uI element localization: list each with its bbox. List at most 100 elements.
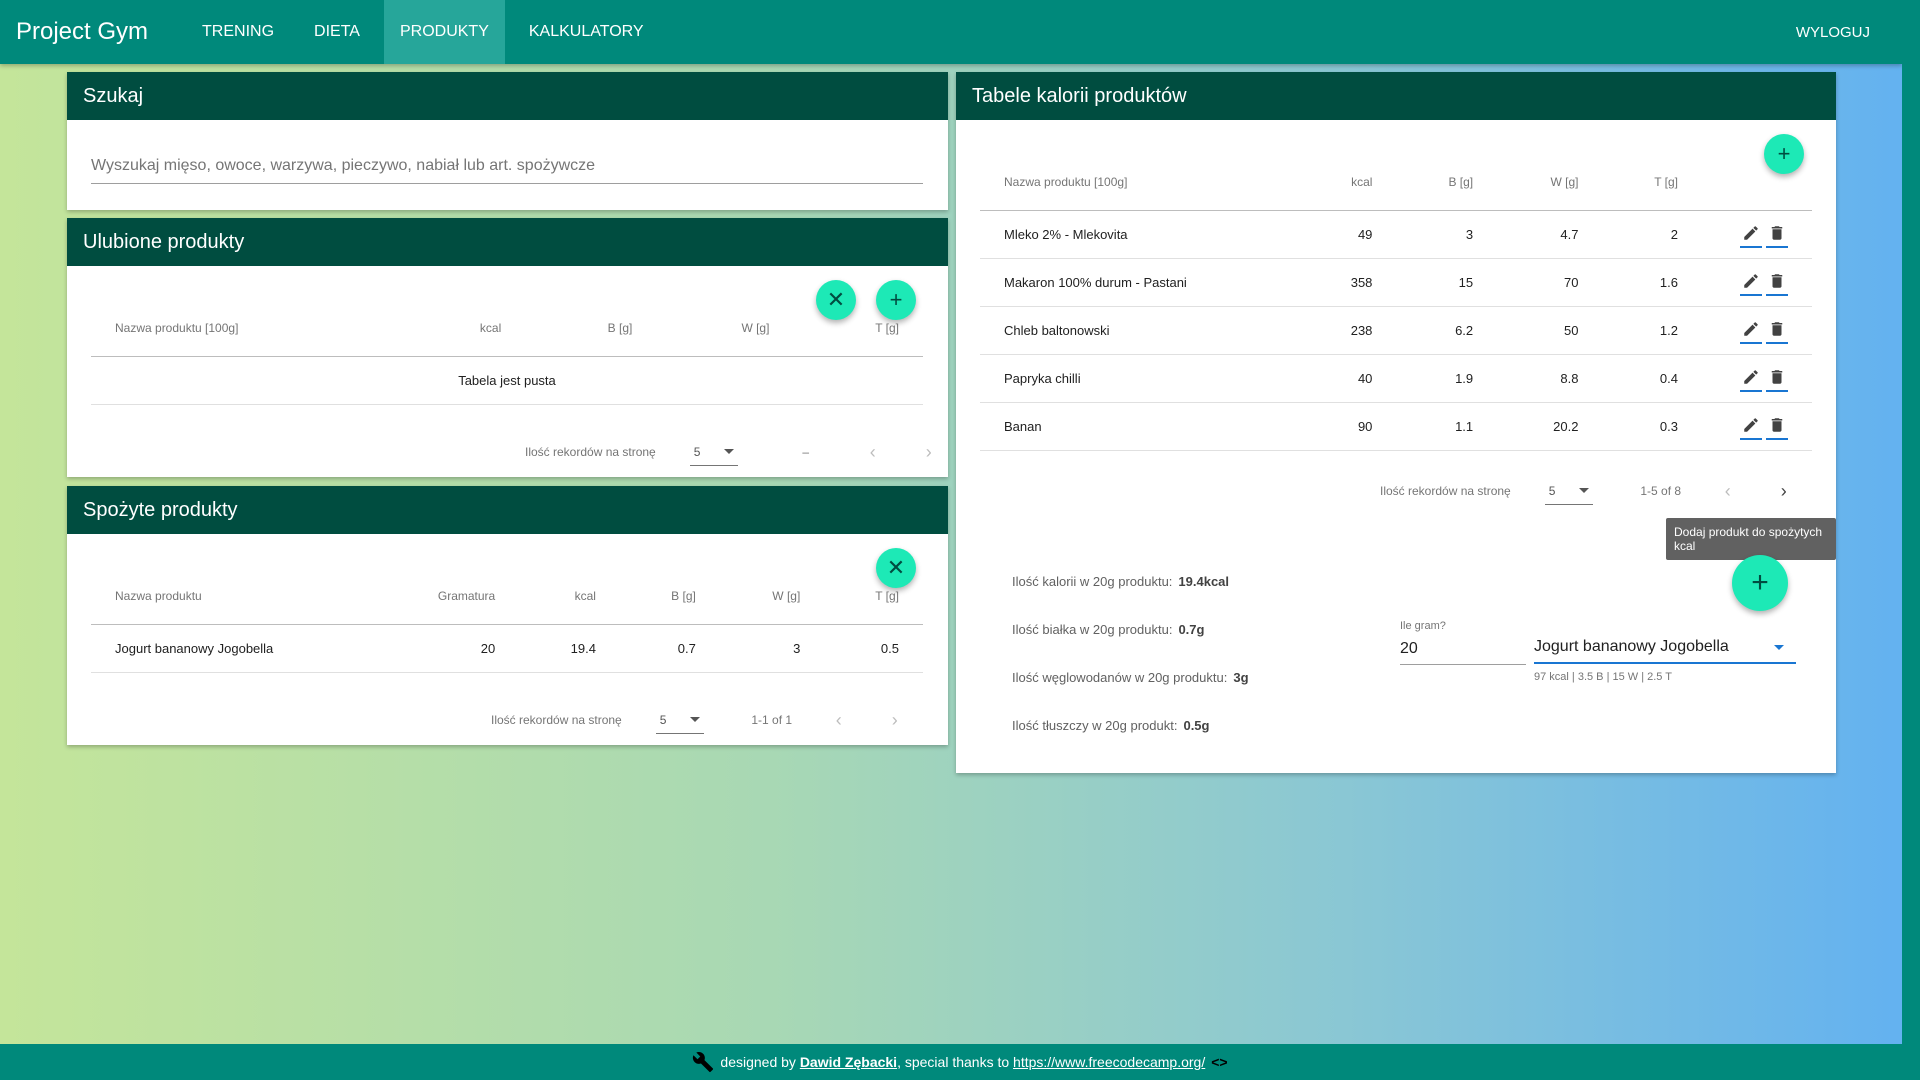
- edit-icon[interactable]: [1740, 220, 1762, 248]
- add-consumed-tooltip: Dodaj produkt do spożytych kcal: [1666, 518, 1836, 560]
- col-header-t[interactable]: T [g]: [793, 300, 923, 357]
- stat-value: 19.4kcal: [1178, 574, 1230, 589]
- col-header-b[interactable]: B [g]: [1396, 154, 1498, 211]
- cell-name: Chleb baltonowski: [980, 306, 1300, 355]
- cell-b: 1.1: [1396, 402, 1498, 451]
- table-row[interactable]: Jogurt bananowy Jogobella 20 19.4 0.7 3 …: [91, 624, 923, 673]
- cell-kcal: 358: [1299, 258, 1397, 307]
- cell-w: 20.2: [1497, 402, 1603, 451]
- prev-page-icon[interactable]: ‹: [1725, 481, 1731, 502]
- page-range: –: [802, 445, 810, 459]
- nav-kalkulatory[interactable]: KALKULATORY: [513, 0, 660, 64]
- col-header-name[interactable]: Nazwa produktu: [91, 568, 375, 625]
- table-row[interactable]: Banan 90 1.1 20.2 0.3: [980, 402, 1812, 451]
- col-header-w[interactable]: W [g]: [656, 300, 794, 357]
- col-header-b[interactable]: B [g]: [619, 568, 720, 625]
- col-header-actions: [1702, 154, 1812, 211]
- col-header-name[interactable]: Nazwa produktu [100g]: [980, 154, 1300, 211]
- next-page-icon[interactable]: ›: [892, 710, 898, 731]
- calories-table: Nazwa produktu [100g] kcal B [g] W [g] T…: [980, 154, 1812, 451]
- author-link[interactable]: Dawid Zębacki: [800, 1054, 897, 1070]
- cell-w: 50: [1497, 306, 1603, 355]
- records-per-page-value: 5: [693, 444, 701, 459]
- favorites-table: Nazwa produktu [100g] kcal B [g] W [g] T…: [91, 300, 923, 405]
- cell-b: 15: [1396, 258, 1498, 307]
- col-header-name[interactable]: Nazwa produktu [100g]: [91, 300, 401, 357]
- favorites-pagination: Ilość rekordów na stronę 5 – ‹ ›: [525, 438, 932, 466]
- col-header-t[interactable]: T [g]: [1602, 154, 1702, 211]
- table-row[interactable]: Mleko 2% - Mlekovita 49 3 4.7 2: [980, 210, 1812, 259]
- product-nutrition-hint: 97 kcal | 3.5 B | 15 W | 2.5 T: [1534, 671, 1672, 683]
- page-range: 1-1 of 1: [751, 713, 793, 727]
- cell-b: 3: [1396, 210, 1498, 259]
- footer: designed by Dawid Zębacki , special than…: [0, 1044, 1920, 1080]
- next-page-icon[interactable]: ›: [1781, 481, 1787, 502]
- col-header-w[interactable]: W [g]: [719, 568, 825, 625]
- calories-card: Tabele kalorii produktów + Nazwa produkt…: [956, 72, 1836, 773]
- cell-t: 2: [1602, 210, 1702, 259]
- logout-button[interactable]: WYLOGUJ: [1780, 0, 1886, 64]
- nav-produkty[interactable]: PRODUKTY: [383, 0, 505, 64]
- cell-t: 0.5: [824, 624, 923, 673]
- consumed-card: Spożyte produkty ✕ Nazwa produktu Gramat…: [67, 486, 948, 745]
- table-row[interactable]: Papryka chilli 40 1.9 8.8 0.4: [980, 354, 1812, 403]
- favorites-card-title: Ulubione produkty: [67, 218, 948, 266]
- cell-kcal: 238: [1299, 306, 1397, 355]
- cell-w: 4.7: [1497, 210, 1603, 259]
- next-page-icon[interactable]: ›: [926, 442, 932, 463]
- grams-input[interactable]: 20: [1400, 640, 1526, 665]
- empty-table-message: Tabela jest pusta: [91, 356, 923, 405]
- edit-icon[interactable]: [1740, 316, 1762, 344]
- edit-icon[interactable]: [1740, 412, 1762, 440]
- delete-icon[interactable]: [1766, 412, 1788, 440]
- delete-icon[interactable]: [1766, 316, 1788, 344]
- records-per-page-select[interactable]: 5: [1544, 477, 1593, 505]
- add-to-consumed-button[interactable]: +: [1732, 555, 1788, 611]
- col-header-grams[interactable]: Gramatura: [374, 568, 520, 625]
- table-row[interactable]: Makaron 100% durum - Pastani 358 15 70 1.6: [980, 258, 1812, 307]
- records-per-page-value: 5: [659, 712, 667, 727]
- freecodecamp-link[interactable]: https://www.freecodecamp.org/: [1013, 1054, 1205, 1070]
- cell-actions: [1702, 306, 1812, 355]
- cell-t: 1.2: [1602, 306, 1702, 355]
- edit-icon[interactable]: [1740, 268, 1762, 296]
- delete-icon[interactable]: [1766, 364, 1788, 392]
- delete-icon[interactable]: [1766, 268, 1788, 296]
- caret-down-icon: [723, 449, 734, 454]
- plus-icon: +: [1751, 566, 1769, 599]
- table-row[interactable]: Chleb baltonowski 238 6.2 50 1.2: [980, 306, 1812, 355]
- col-header-t[interactable]: T [g]: [824, 568, 923, 625]
- consumed-table: Nazwa produktu Gramatura kcal B [g] W [g…: [91, 568, 923, 673]
- col-header-kcal[interactable]: kcal: [400, 300, 526, 357]
- nav-trening[interactable]: TRENING: [186, 0, 290, 64]
- stat-label: Ilość węglowodanów w 20g produktu:: [1012, 670, 1228, 685]
- calories-pagination: Ilość rekordów na stronę 5 1-5 of 8 ‹ ›: [1380, 477, 1787, 505]
- col-header-kcal[interactable]: kcal: [519, 568, 620, 625]
- stat-kcal: Ilość kalorii w 20g produktu: 19.4kcal: [1012, 574, 1229, 589]
- col-header-kcal[interactable]: kcal: [1299, 154, 1397, 211]
- page-scrollbar[interactable]: [1902, 0, 1920, 1044]
- stat-protein: Ilość białka w 20g produktu: 0.7g: [1012, 622, 1204, 637]
- cell-w: 3: [719, 624, 825, 673]
- records-per-page-select[interactable]: 5: [655, 706, 704, 734]
- cell-name: Banan: [980, 402, 1300, 451]
- caret-down-icon: [689, 717, 700, 722]
- stat-value: 3g: [1233, 670, 1249, 685]
- brand-logo[interactable]: Project Gym: [0, 18, 164, 46]
- calories-card-title: Tabele kalorii produktów: [956, 72, 1836, 120]
- col-header-b[interactable]: B [g]: [525, 300, 657, 357]
- prev-page-icon[interactable]: ‹: [836, 710, 842, 731]
- col-header-w[interactable]: W [g]: [1497, 154, 1603, 211]
- stat-fat: Ilość tłuszczy w 20g produkt: 0.5g: [1012, 718, 1209, 733]
- nav-dieta[interactable]: DIETA: [298, 0, 376, 64]
- stat-label: Ilość tłuszczy w 20g produkt:: [1012, 718, 1178, 733]
- prev-page-icon[interactable]: ‹: [870, 442, 876, 463]
- cell-name: Papryka chilli: [980, 354, 1300, 403]
- records-per-page-select[interactable]: 5: [689, 438, 738, 466]
- cell-kcal: 19.4: [519, 624, 620, 673]
- cell-kcal: 49: [1299, 210, 1397, 259]
- delete-icon[interactable]: [1766, 220, 1788, 248]
- edit-icon[interactable]: [1740, 364, 1762, 392]
- product-select[interactable]: Jogurt bananowy Jogobella: [1534, 632, 1796, 664]
- search-input[interactable]: [91, 148, 923, 184]
